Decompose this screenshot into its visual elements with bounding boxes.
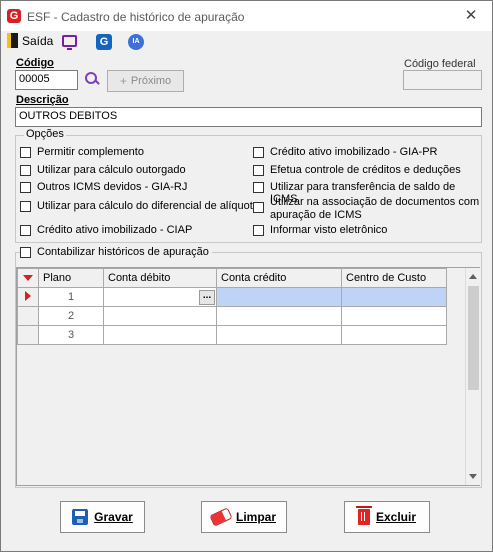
option-label: Utilizar para cálculo do diferencial de …	[37, 200, 259, 212]
conta-credito-cell[interactable]	[216, 306, 342, 326]
checkbox-box[interactable]	[253, 225, 264, 236]
monitor-icon[interactable]	[62, 35, 77, 50]
save-button-label: Gravar	[94, 510, 133, 524]
centro-custo-cell[interactable]	[341, 325, 447, 345]
plano-cell[interactable]: 2	[38, 306, 104, 326]
option-visto-eletronico[interactable]: Informar visto eletrônico	[253, 224, 387, 236]
sort-indicator[interactable]	[17, 268, 39, 288]
scroll-up-arrow-icon[interactable]	[469, 274, 477, 279]
search-icon[interactable]	[84, 71, 100, 87]
option-label: Informar visto eletrônico	[270, 224, 388, 236]
grid-header-row: Plano Conta débito Conta crédito Centro …	[17, 268, 447, 288]
table-row[interactable]: 2	[17, 306, 447, 326]
floppy-disk-icon	[72, 509, 89, 525]
g-app-icon[interactable]: G	[96, 34, 112, 50]
grid-vertical-scrollbar[interactable]	[465, 268, 480, 485]
codigo-federal-field[interactable]	[403, 70, 482, 90]
checkbox-box[interactable]	[20, 201, 31, 212]
title-bar: G ESF - Cadastro de histórico de apuraçã…	[1, 1, 492, 31]
option-label: Utilizar para cálculo outorgado	[37, 164, 186, 176]
app-logo-icon: G	[7, 9, 21, 23]
option-gia-pr[interactable]: Crédito ativo imobilizado - GIA-PR	[253, 146, 438, 158]
col-header-centro-custo[interactable]: Centro de Custo	[341, 268, 447, 288]
delete-button-label: Excluir	[375, 510, 417, 524]
exit-button[interactable]: Saída	[7, 33, 53, 48]
option-label: Permitir complemento	[37, 146, 144, 158]
option-associacao-documentos[interactable]: Utilizar na associação de documentos com…	[253, 196, 481, 222]
table-row[interactable]: 3	[17, 325, 447, 345]
contabilizar-checkbox[interactable]: Contabilizar históricos de apuração	[20, 246, 212, 258]
conta-debito-cell[interactable]	[103, 325, 217, 345]
checkbox-box[interactable]	[253, 202, 264, 213]
option-label: Utilizar na associação de documentos com…	[270, 196, 480, 221]
descricao-label: Descrição	[16, 94, 69, 106]
row-indicator[interactable]	[17, 306, 39, 326]
col-header-plano[interactable]: Plano	[38, 268, 104, 288]
codigo-field[interactable]: 00005	[15, 70, 78, 90]
scroll-down-arrow-icon[interactable]	[469, 474, 477, 479]
option-controle-creditos[interactable]: Efetua controle de créditos e deduções	[253, 164, 461, 176]
table-row[interactable]: 1 ...	[17, 287, 447, 307]
conta-debito-cell[interactable]: ...	[103, 287, 217, 307]
checkbox-box[interactable]	[253, 165, 264, 176]
clear-button-label: Limpar	[235, 510, 276, 524]
option-permitir-complemento[interactable]: Permitir complemento	[20, 146, 144, 158]
col-header-conta-debito[interactable]: Conta débito	[103, 268, 217, 288]
row-indicator[interactable]	[17, 325, 39, 345]
option-diferencial-aliquota[interactable]: Utilizar para cálculo do diferencial de …	[20, 200, 259, 212]
checkbox-box[interactable]	[253, 182, 264, 193]
clear-button[interactable]: Limpar	[201, 501, 287, 533]
exit-door-icon	[7, 33, 18, 48]
current-row-arrow-icon	[25, 290, 31, 301]
accounts-table: Plano Conta débito Conta crédito Centro …	[17, 268, 447, 345]
row-indicator[interactable]	[17, 287, 39, 307]
scroll-thumb[interactable]	[468, 286, 479, 390]
conta-credito-cell[interactable]	[216, 287, 342, 307]
plus-icon: +	[119, 74, 127, 88]
conta-debito-cell[interactable]	[103, 306, 217, 326]
contabilizar-label: Contabilizar históricos de apuração	[37, 246, 209, 258]
ia-icon[interactable]: IA	[128, 34, 144, 50]
lookup-ellipsis-button[interactable]: ...	[199, 290, 215, 305]
eraser-icon	[209, 506, 233, 528]
sort-arrow-icon	[23, 275, 33, 281]
codigo-label: Código	[16, 57, 54, 69]
option-label: Crédito ativo imobilizado - GIA-PR	[270, 146, 438, 158]
checkbox-box[interactable]	[20, 182, 31, 193]
next-button[interactable]: + Próximo	[107, 70, 184, 92]
close-icon[interactable]: ✕	[460, 6, 482, 26]
delete-button[interactable]: Excluir	[344, 501, 430, 533]
centro-custo-cell[interactable]	[341, 306, 447, 326]
checkbox-box[interactable]	[20, 147, 31, 158]
window-title: ESF - Cadastro de histórico de apuração	[27, 10, 245, 24]
conta-credito-cell[interactable]	[216, 325, 342, 345]
option-label: Outros ICMS devidos - GIA-RJ	[37, 181, 188, 193]
plano-cell[interactable]: 3	[38, 325, 104, 345]
option-ciap[interactable]: Crédito ativo imobilizado - CIAP	[20, 224, 192, 236]
options-title: Opções	[24, 128, 66, 140]
col-header-conta-credito[interactable]: Conta crédito	[216, 268, 342, 288]
toolbar: Saída G IA	[1, 31, 492, 53]
checkbox-box[interactable]	[20, 225, 31, 236]
dialog-window: G ESF - Cadastro de histórico de apuraçã…	[0, 0, 493, 552]
plano-cell[interactable]: 1	[38, 287, 104, 307]
next-button-label: Próximo	[130, 75, 172, 87]
trash-icon	[355, 506, 372, 525]
option-label: Efetua controle de créditos e deduções	[270, 164, 461, 176]
save-button[interactable]: Gravar	[60, 501, 145, 533]
codigo-federal-label: Código federal	[404, 58, 476, 70]
option-label: Crédito ativo imobilizado - CIAP	[37, 224, 193, 236]
descricao-field[interactable]: OUTROS DEBITOS	[15, 107, 482, 127]
centro-custo-cell[interactable]	[341, 287, 447, 307]
option-outros-icms-gia-rj[interactable]: Outros ICMS devidos - GIA-RJ	[20, 181, 187, 193]
accounts-grid: Plano Conta débito Conta crédito Centro …	[16, 267, 480, 486]
exit-label: Saída	[22, 33, 54, 48]
grid-body: Plano Conta débito Conta crédito Centro …	[17, 268, 465, 485]
options-group: Opções Permitir complemento Utilizar par…	[15, 128, 482, 243]
checkbox-box[interactable]	[20, 165, 31, 176]
option-calculo-outorgado[interactable]: Utilizar para cálculo outorgado	[20, 164, 186, 176]
checkbox-box[interactable]	[20, 247, 31, 258]
checkbox-box[interactable]	[253, 147, 264, 158]
